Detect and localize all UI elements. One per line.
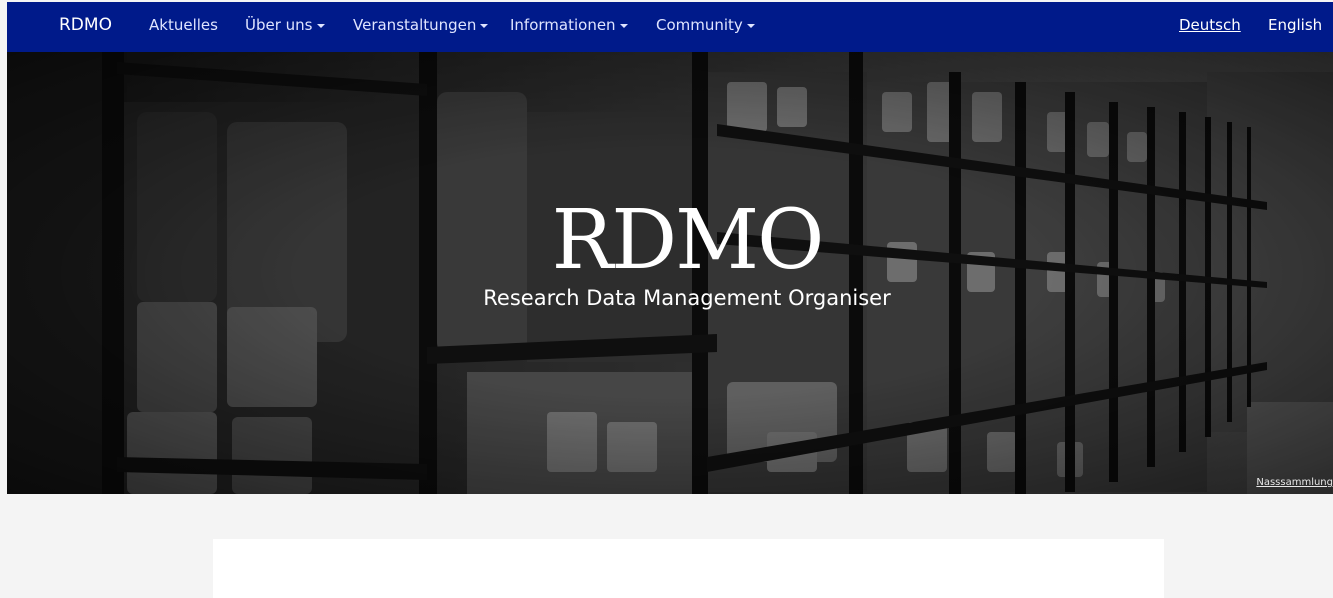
caret-down-icon — [316, 23, 325, 28]
hero-title: RDMO — [551, 193, 825, 288]
nav-item-label: Informationen — [510, 16, 616, 34]
nav-item-informationen[interactable]: Informationen — [510, 2, 628, 52]
nav-item-veranstaltungen[interactable]: Veranstaltungen — [353, 2, 489, 52]
nav-item-label: Veranstaltungen — [353, 16, 477, 34]
nav-item-aktuelles[interactable]: Aktuelles — [149, 2, 218, 52]
nav-item-community[interactable]: Community — [656, 2, 755, 52]
caret-down-icon — [619, 23, 628, 28]
hero-banner: RDMO Research Data Management Organiser … — [7, 52, 1333, 494]
content-card — [213, 539, 1164, 598]
image-credit-link[interactable]: Nasssammlung — [1256, 477, 1333, 488]
caret-down-icon — [746, 23, 755, 28]
page: RDMO Aktuelles Über uns Veranstaltungen … — [0, 0, 1333, 598]
brand-link[interactable]: RDMO — [59, 2, 112, 52]
language-english-link[interactable]: English — [1268, 2, 1322, 52]
nav-item-ueber-uns[interactable]: Über uns — [245, 2, 325, 52]
top-navbar: RDMO Aktuelles Über uns Veranstaltungen … — [7, 2, 1333, 52]
language-deutsch-link[interactable]: Deutsch — [1179, 2, 1241, 52]
nav-item-label: Community — [656, 16, 743, 34]
caret-down-icon — [480, 23, 489, 28]
hero-subtitle: Research Data Management Organiser — [483, 286, 891, 310]
nav-item-label: Aktuelles — [149, 16, 218, 34]
nav-item-label: Über uns — [245, 16, 313, 34]
